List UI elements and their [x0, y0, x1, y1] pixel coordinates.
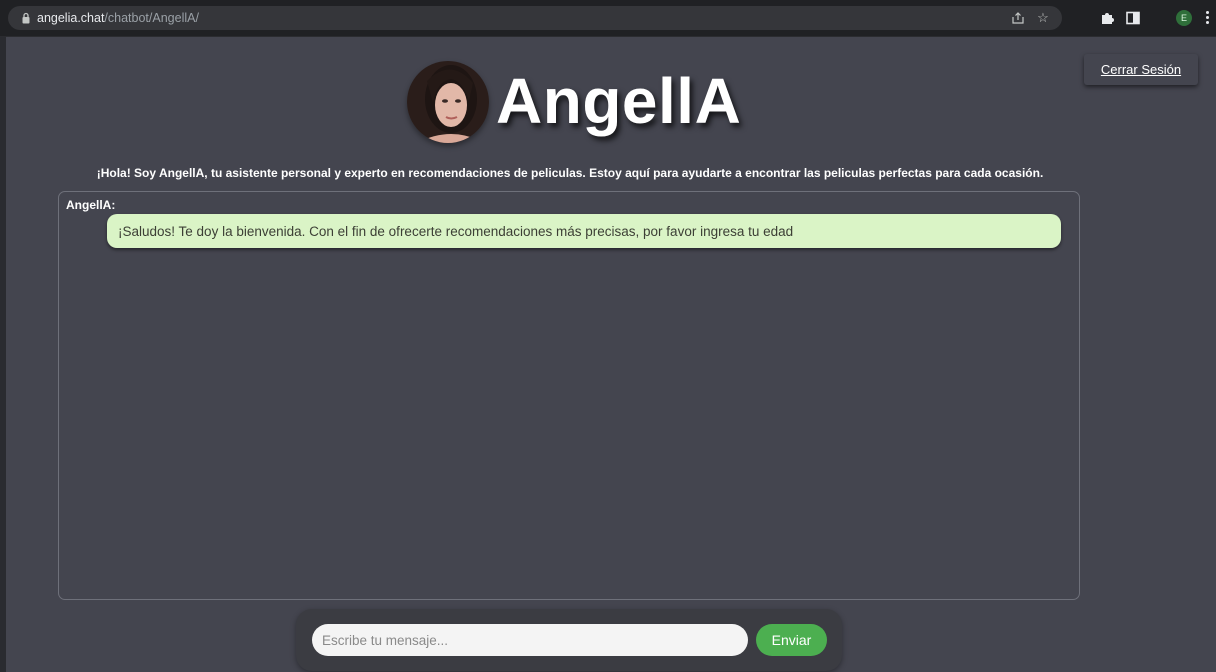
share-icon[interactable]: [1011, 11, 1025, 25]
browser-toolbar: angelia.chat/chatbot/AngellA/ ☆ E: [0, 0, 1216, 37]
url-text[interactable]: angelia.chat/chatbot/AngellA/: [37, 11, 199, 25]
extensions-icon[interactable]: [1099, 10, 1115, 26]
message-input[interactable]: [312, 624, 748, 656]
avatar-portrait: [407, 61, 489, 143]
message-bubble: ¡Saludos! Te doy la bienvenida. Con el f…: [107, 214, 1061, 248]
profile-avatar[interactable]: E: [1176, 10, 1192, 26]
url-path: /chatbot/AngellA/: [104, 11, 199, 25]
message-composer: Enviar: [296, 609, 842, 671]
chat-window[interactable]: AngellA: ¡Saludos! Te doy la bienvenida.…: [58, 191, 1080, 600]
message-sender: AngellA:: [66, 198, 116, 212]
side-panel-icon[interactable]: [1125, 10, 1141, 26]
menu-icon[interactable]: [1204, 11, 1210, 25]
lock-icon[interactable]: [22, 12, 30, 24]
page-left-edge: [0, 37, 6, 672]
page-title: AngellA: [496, 65, 742, 137]
address-bar[interactable]: angelia.chat/chatbot/AngellA/ ☆: [8, 6, 1062, 30]
message-text: ¡Saludos! Te doy la bienvenida. Con el f…: [118, 224, 794, 239]
page: Cerrar Sesión AngellA ¡Hola! Soy AngellA…: [0, 37, 1216, 672]
logout-button[interactable]: Cerrar Sesión: [1084, 54, 1198, 85]
send-button[interactable]: Enviar: [756, 624, 827, 656]
star-icon[interactable]: ☆: [1036, 11, 1050, 25]
assistant-avatar: [407, 61, 489, 143]
intro-text: ¡Hola! Soy AngellA, tu asistente persona…: [96, 166, 1044, 180]
url-host: angelia.chat: [37, 11, 105, 25]
